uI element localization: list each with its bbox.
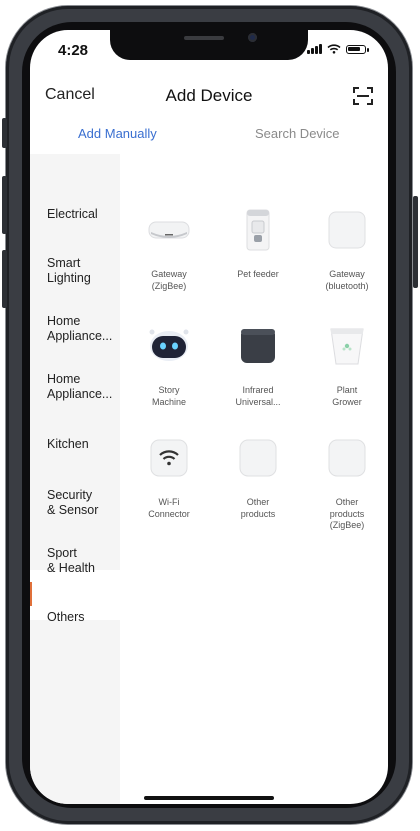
device-label: Other products xyxy=(240,497,276,519)
status-time: 4:28 xyxy=(58,42,89,59)
other-product-icon xyxy=(239,439,277,477)
device-tile-gateway-zigbee[interactable]: Gateway (ZigBee) xyxy=(125,208,213,292)
sidebar-item-others[interactable]: Others xyxy=(47,610,85,625)
sidebar-item-security-sensor[interactable]: Security & Sensor xyxy=(47,488,98,518)
device-tile-other-products-zigbee[interactable]: Other products (ZigBee) xyxy=(303,436,388,532)
notch xyxy=(110,30,308,60)
device-label: Pet feeder xyxy=(237,269,279,279)
wifi-icon xyxy=(327,44,341,54)
phone-side-button xyxy=(413,196,418,288)
device-label: Gateway (ZigBee) xyxy=(151,269,187,291)
signal-icon xyxy=(307,44,322,54)
device-label: Plant Grower xyxy=(332,385,362,407)
device-label: Other products (ZigBee) xyxy=(329,497,365,530)
selected-category-marker xyxy=(30,582,32,606)
device-label: Gateway (bluetooth) xyxy=(325,269,369,291)
sidebar-item-smart-lighting[interactable]: Smart Lighting xyxy=(47,256,91,286)
gateway-icon xyxy=(148,221,190,239)
sidebar-item-home-appliance-2[interactable]: Home Appliance... xyxy=(47,372,112,402)
front-camera xyxy=(248,33,257,42)
scan-icon[interactable] xyxy=(352,85,374,107)
infrared-remote-icon xyxy=(241,329,275,363)
plant-grower-icon xyxy=(330,328,364,365)
device-label: Story Machine xyxy=(151,385,187,407)
tab-add-manually[interactable]: Add Manually xyxy=(78,126,157,141)
sidebar-item-kitchen[interactable]: Kitchen xyxy=(47,437,89,452)
sidebar-item-electrical[interactable]: Electrical xyxy=(47,207,98,222)
phone-side-button xyxy=(2,250,7,308)
device-tile-plant-grower[interactable]: Plant Grower xyxy=(303,324,388,408)
device-label: Infrared Universal... xyxy=(235,385,281,407)
device-tile-infrared-universal[interactable]: Infrared Universal... xyxy=(214,324,302,408)
wifi-connector-icon xyxy=(150,439,188,477)
device-tile-other-products[interactable]: Other products xyxy=(214,436,302,520)
device-tile-story-machine[interactable]: Story Machine xyxy=(125,324,213,408)
page-title: Add Device xyxy=(165,86,253,105)
status-icons xyxy=(307,44,369,54)
device-tile-wifi-connector[interactable]: Wi-Fi Connector xyxy=(125,436,213,520)
category-sidebar: Electrical Smart Lighting Home Appliance… xyxy=(30,154,120,804)
sidebar-item-home-appliance-1[interactable]: Home Appliance... xyxy=(47,314,112,344)
tab-bar: Add Manually Search Device xyxy=(30,120,388,154)
home-indicator[interactable] xyxy=(144,796,274,800)
speaker-grille xyxy=(184,36,224,40)
phone-side-button xyxy=(2,118,7,148)
app-screen: 4:28 Cancel Add Device Add Manually Sear… xyxy=(30,30,388,804)
device-tile-pet-feeder[interactable]: Pet feeder xyxy=(214,208,302,281)
story-machine-icon xyxy=(149,329,189,361)
device-label: Wi-Fi Connector xyxy=(148,497,190,519)
device-tile-gateway-bluetooth[interactable]: Gateway (bluetooth) xyxy=(303,208,388,292)
sidebar-item-sport-health[interactable]: Sport & Health xyxy=(47,546,95,576)
gateway-bluetooth-icon xyxy=(328,211,366,249)
tab-search-device[interactable]: Search Device xyxy=(255,126,340,141)
nav-bar: Cancel Add Device xyxy=(30,82,388,118)
pet-feeder-icon xyxy=(246,209,270,251)
other-product-zigbee-icon xyxy=(328,439,366,477)
phone-side-button xyxy=(2,176,7,234)
battery-icon xyxy=(346,44,369,54)
